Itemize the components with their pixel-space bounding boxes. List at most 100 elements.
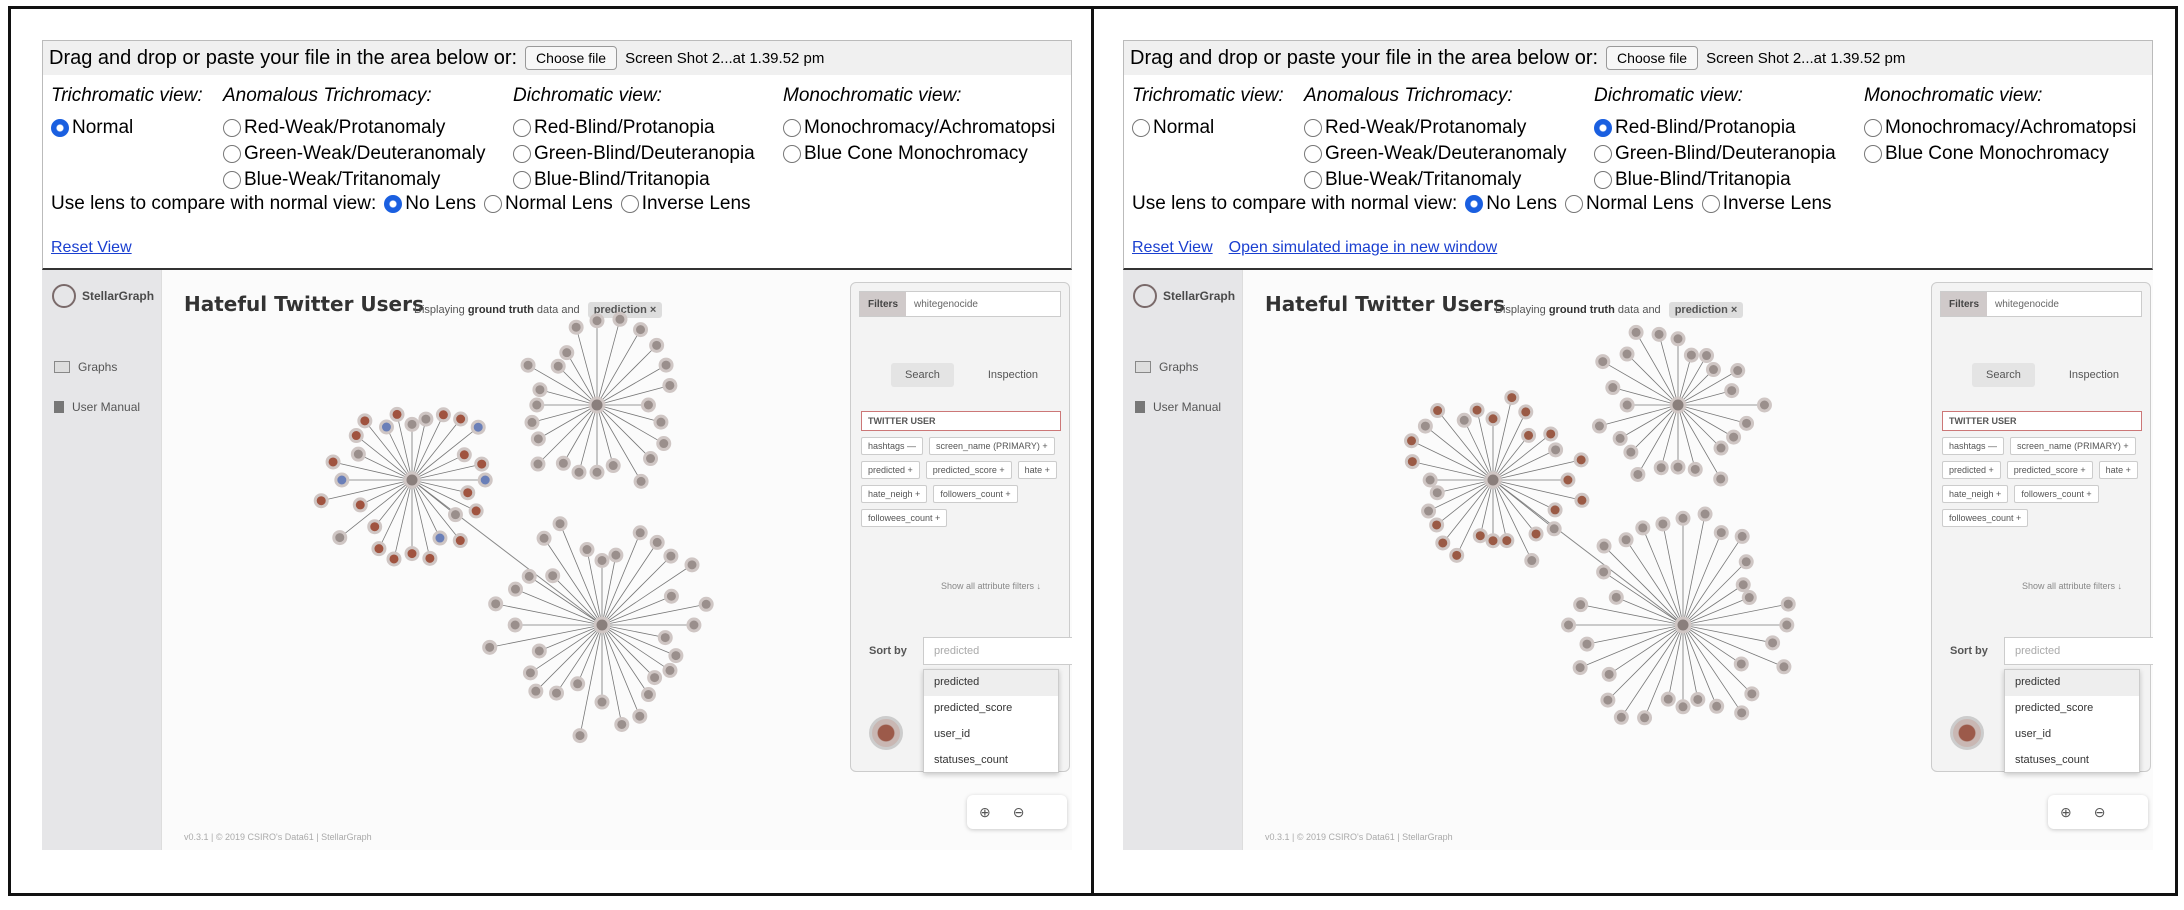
graph-node[interactable] (662, 662, 678, 678)
graph-node[interactable] (1504, 390, 1520, 406)
graph-node[interactable] (1601, 666, 1617, 682)
graph-node[interactable] (536, 530, 552, 546)
graph-node[interactable] (1429, 517, 1445, 533)
view-option[interactable]: Monochromacy/Achromatopsi (783, 115, 1055, 141)
graph-node[interactable] (1472, 528, 1488, 544)
sidebar-item-user-manual[interactable]: User Manual (54, 400, 140, 414)
graph-node[interactable] (1619, 346, 1635, 362)
radio-icon[interactable] (1304, 119, 1322, 137)
graph-node[interactable] (1709, 698, 1725, 714)
tab-inspection[interactable]: Inspection (974, 363, 1052, 387)
graph-node[interactable] (1713, 525, 1729, 541)
view-option[interactable]: Blue-Blind/Tritanopia (513, 167, 755, 193)
graph-node[interactable] (1713, 440, 1729, 456)
view-option[interactable]: Normal (1132, 115, 1284, 141)
graph-node[interactable] (357, 413, 373, 429)
graph-node[interactable] (608, 547, 624, 563)
filter-query-input[interactable]: whitegenocide (1987, 299, 2059, 310)
graph-node[interactable] (1528, 526, 1544, 542)
graph-node[interactable] (614, 716, 630, 732)
graph-node[interactable] (568, 319, 584, 335)
graph-node[interactable] (1613, 709, 1629, 725)
sort-option[interactable]: statuses_count (2005, 748, 2139, 774)
graph-node[interactable] (1635, 520, 1651, 536)
graph-node[interactable] (640, 397, 656, 413)
graph-node[interactable] (1449, 547, 1465, 563)
lens-radio-icon[interactable] (1565, 195, 1584, 213)
graph-node[interactable] (559, 345, 575, 361)
view-option[interactable]: Blue-Weak/Tritanomaly (223, 167, 485, 193)
zoom-in-icon[interactable]: ⊕ (979, 804, 991, 821)
graph-node[interactable] (1765, 635, 1781, 651)
view-option[interactable]: Green-Blind/Deuteranopia (1594, 141, 1836, 167)
view-option[interactable]: Monochromacy/Achromatopsi (1864, 115, 2136, 141)
graph-node[interactable] (482, 639, 498, 655)
view-option[interactable]: Red-Weak/Protanomaly (1304, 115, 1566, 141)
graph-node[interactable] (572, 728, 588, 744)
reset-view-link[interactable]: Reset View (51, 239, 132, 257)
graph-hub-node[interactable] (1669, 396, 1687, 414)
graph-node[interactable] (1521, 427, 1537, 443)
graph-node[interactable] (435, 407, 451, 423)
graph-node[interactable] (456, 447, 472, 463)
attribute-chip[interactable]: predicted + (1942, 461, 2001, 479)
graph-node[interactable] (1675, 699, 1691, 715)
view-option[interactable]: Green-Weak/Deuteranomaly (223, 141, 485, 167)
graph-node[interactable] (579, 542, 595, 558)
graph-node[interactable] (1485, 411, 1501, 427)
graph-node[interactable] (1675, 510, 1691, 526)
sidebar-item-graphs[interactable]: Graphs (54, 360, 117, 374)
view-option[interactable]: Red-Weak/Protanomaly (223, 115, 485, 141)
radio-icon[interactable] (1864, 119, 1882, 137)
attribute-chip[interactable]: hashtags — (861, 437, 924, 455)
graph-node[interactable] (348, 428, 364, 444)
attribute-chip[interactable]: followers_count + (2014, 485, 2099, 503)
graph-node[interactable] (1683, 347, 1699, 363)
lens-radio-icon[interactable] (484, 195, 503, 213)
graph-node[interactable] (521, 568, 537, 584)
show-all-filters-link[interactable]: Show all attribute filters ↓ (2022, 581, 2122, 591)
filters-button[interactable]: Filters (860, 292, 907, 316)
open-new-window-link[interactable]: Open simulated image in new window (1229, 239, 1498, 257)
graph-node[interactable] (1612, 430, 1628, 446)
graph-node[interactable] (1630, 466, 1646, 482)
radio-icon[interactable] (1132, 119, 1150, 137)
radio-icon[interactable] (513, 119, 531, 137)
graph-node[interactable] (633, 473, 649, 489)
graph-node[interactable] (460, 485, 476, 501)
graph-node[interactable] (545, 568, 561, 584)
graph-node[interactable] (612, 311, 628, 327)
radio-icon[interactable] (513, 145, 531, 163)
radio-icon[interactable] (1864, 145, 1882, 163)
graph-node[interactable] (594, 552, 610, 568)
graph-node[interactable] (422, 550, 438, 566)
graph-node[interactable] (1572, 660, 1588, 676)
graph-hub-node[interactable] (1674, 616, 1692, 634)
graph-node[interactable] (1573, 452, 1589, 468)
graph-node[interactable] (1730, 363, 1746, 379)
graph-node[interactable] (633, 322, 649, 338)
graph-node[interactable] (313, 493, 329, 509)
graph-node[interactable] (1430, 403, 1446, 419)
graph-hub-node[interactable] (588, 396, 606, 414)
attribute-chip[interactable]: followees_count + (1942, 509, 2029, 527)
graph-node[interactable] (1735, 577, 1751, 593)
graph-node[interactable] (552, 516, 568, 532)
graph-node[interactable] (550, 358, 566, 374)
graph-node[interactable] (1618, 532, 1634, 548)
graph-node[interactable] (1596, 538, 1612, 554)
graph-node[interactable] (1404, 433, 1420, 449)
lens-radio-icon[interactable] (1465, 195, 1484, 213)
sort-option[interactable]: predicted (924, 670, 1058, 696)
graph-node[interactable] (325, 454, 341, 470)
graph-node[interactable] (404, 416, 420, 432)
graph-node[interactable] (488, 596, 504, 612)
graph-node[interactable] (530, 431, 546, 447)
graph-node[interactable] (684, 557, 700, 573)
graph-node[interactable] (477, 472, 493, 488)
graph-node[interactable] (1417, 418, 1433, 434)
sort-select[interactable]: predicted (2004, 637, 2153, 665)
sidebar-item-graphs[interactable]: Graphs (1135, 360, 1198, 374)
graph-node[interactable] (657, 630, 673, 646)
sort-option[interactable]: user_id (924, 722, 1058, 748)
